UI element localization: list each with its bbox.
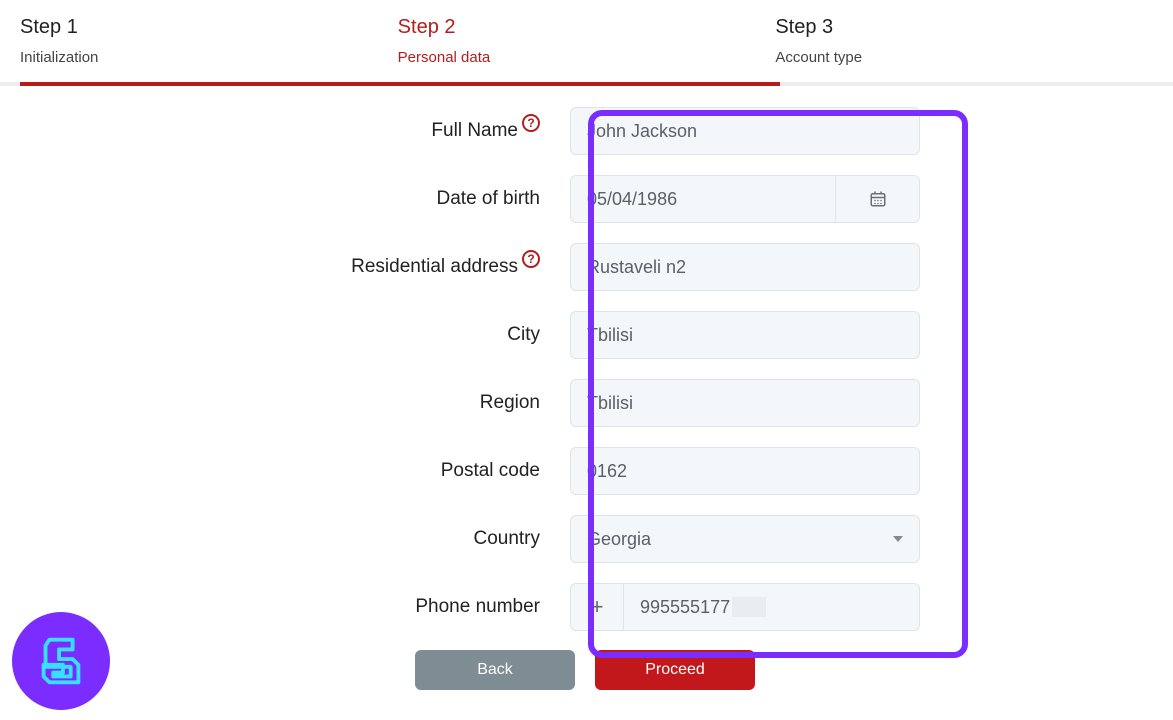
postal-input[interactable] bbox=[570, 447, 920, 495]
country-select[interactable]: Georgia bbox=[570, 515, 920, 563]
step-2[interactable]: Step 2 Personal data bbox=[398, 16, 776, 82]
row-address: Residential address ? bbox=[0, 242, 1173, 292]
phone-value: 995555177 bbox=[640, 597, 730, 618]
full-name-input[interactable] bbox=[570, 107, 920, 155]
redaction-mask bbox=[732, 597, 766, 617]
dob-input[interactable] bbox=[570, 175, 835, 223]
step-1[interactable]: Step 1 Initialization bbox=[20, 16, 398, 82]
step-title: Step 1 bbox=[20, 16, 398, 39]
back-button[interactable]: Back bbox=[415, 650, 575, 690]
logo-icon bbox=[32, 632, 90, 690]
country-value: Georgia bbox=[587, 529, 651, 550]
city-input[interactable] bbox=[570, 311, 920, 359]
row-dob: Date of birth bbox=[0, 174, 1173, 224]
row-phone: Phone number + 995555177 bbox=[0, 582, 1173, 632]
label-postal: Postal code bbox=[441, 460, 540, 482]
step-subtitle: Account type bbox=[775, 49, 1153, 66]
floating-logo[interactable] bbox=[12, 612, 110, 710]
step-3[interactable]: Step 3 Account type bbox=[775, 16, 1153, 82]
help-icon[interactable]: ? bbox=[522, 250, 540, 268]
row-region: Region bbox=[0, 378, 1173, 428]
label-region: Region bbox=[480, 392, 540, 414]
label-city: City bbox=[507, 324, 540, 346]
step-title: Step 2 bbox=[398, 16, 776, 39]
form-wrapper: Full Name ? Date of birth bbox=[0, 106, 1173, 690]
row-city: City bbox=[0, 310, 1173, 360]
chevron-down-icon bbox=[893, 536, 903, 542]
phone-input[interactable]: 995555177 bbox=[624, 583, 920, 631]
region-input[interactable] bbox=[570, 379, 920, 427]
date-picker-button[interactable] bbox=[835, 175, 920, 223]
row-full-name: Full Name ? bbox=[0, 106, 1173, 156]
row-country: Country Georgia bbox=[0, 514, 1173, 564]
address-input[interactable] bbox=[570, 243, 920, 291]
step-subtitle: Initialization bbox=[20, 49, 398, 66]
step-title: Step 3 bbox=[775, 16, 1153, 39]
proceed-button[interactable]: Proceed bbox=[595, 650, 755, 690]
label-address: Residential address bbox=[351, 256, 518, 278]
help-icon[interactable]: ? bbox=[522, 114, 540, 132]
phone-prefix-button[interactable]: + bbox=[570, 583, 624, 631]
label-country: Country bbox=[473, 528, 540, 550]
label-full-name: Full Name bbox=[431, 120, 518, 142]
label-dob: Date of birth bbox=[437, 188, 541, 210]
calendar-icon bbox=[869, 190, 887, 208]
stepper: Step 1 Initialization Step 2 Personal da… bbox=[0, 0, 1173, 86]
row-postal: Postal code bbox=[0, 446, 1173, 496]
step-subtitle: Personal data bbox=[398, 49, 776, 66]
button-row: Back Proceed bbox=[0, 650, 1173, 690]
step-progress-underline bbox=[20, 82, 780, 86]
label-phone: Phone number bbox=[415, 596, 540, 618]
